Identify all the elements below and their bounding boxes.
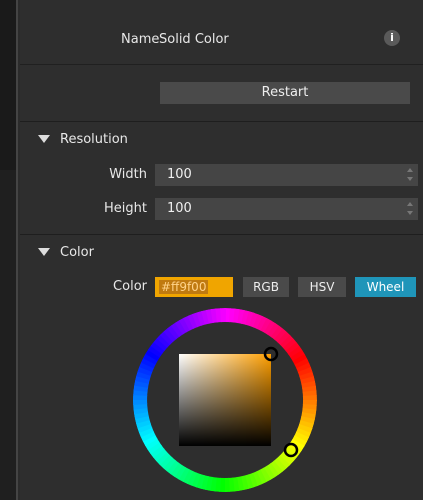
width-stepper-icon[interactable] bbox=[407, 168, 413, 182]
section-color-title: Color bbox=[60, 244, 94, 260]
name-row: Name Solid Color i bbox=[20, 18, 423, 65]
left-edge-border bbox=[16, 0, 18, 500]
section-resolution-header[interactable]: Resolution bbox=[38, 130, 128, 148]
left-edge-strip bbox=[0, 0, 18, 500]
name-label: Name bbox=[121, 32, 160, 47]
divider bbox=[20, 234, 423, 235]
width-value: 100 bbox=[167, 167, 192, 182]
mode-rgb-button[interactable]: RGB bbox=[243, 277, 289, 297]
name-value: Solid Color bbox=[159, 32, 229, 47]
section-resolution-title: Resolution bbox=[60, 131, 128, 147]
color-wheel-picker[interactable] bbox=[133, 308, 317, 492]
divider bbox=[20, 121, 423, 122]
collapse-triangle-icon bbox=[38, 135, 50, 143]
info-icon[interactable]: i bbox=[384, 30, 400, 46]
sv-square-shade bbox=[179, 354, 271, 446]
width-label: Width bbox=[109, 167, 147, 182]
color-label: Color bbox=[113, 279, 147, 294]
height-value: 100 bbox=[167, 201, 192, 216]
section-color-header[interactable]: Color bbox=[38, 243, 94, 261]
hex-color-input[interactable]: #ff9f00 bbox=[155, 277, 233, 297]
collapse-triangle-icon bbox=[38, 248, 50, 256]
mode-hsv-button[interactable]: HSV bbox=[298, 277, 346, 297]
mode-wheel-button[interactable]: Wheel bbox=[355, 277, 416, 297]
height-input[interactable]: 100 bbox=[155, 198, 418, 220]
restart-button[interactable]: Restart bbox=[160, 82, 410, 104]
height-label: Height bbox=[104, 201, 147, 216]
color-wheel-svg[interactable] bbox=[133, 308, 317, 492]
hex-color-value: #ff9f00 bbox=[159, 280, 209, 294]
width-input[interactable]: 100 bbox=[155, 164, 418, 186]
height-stepper-icon[interactable] bbox=[407, 202, 413, 216]
